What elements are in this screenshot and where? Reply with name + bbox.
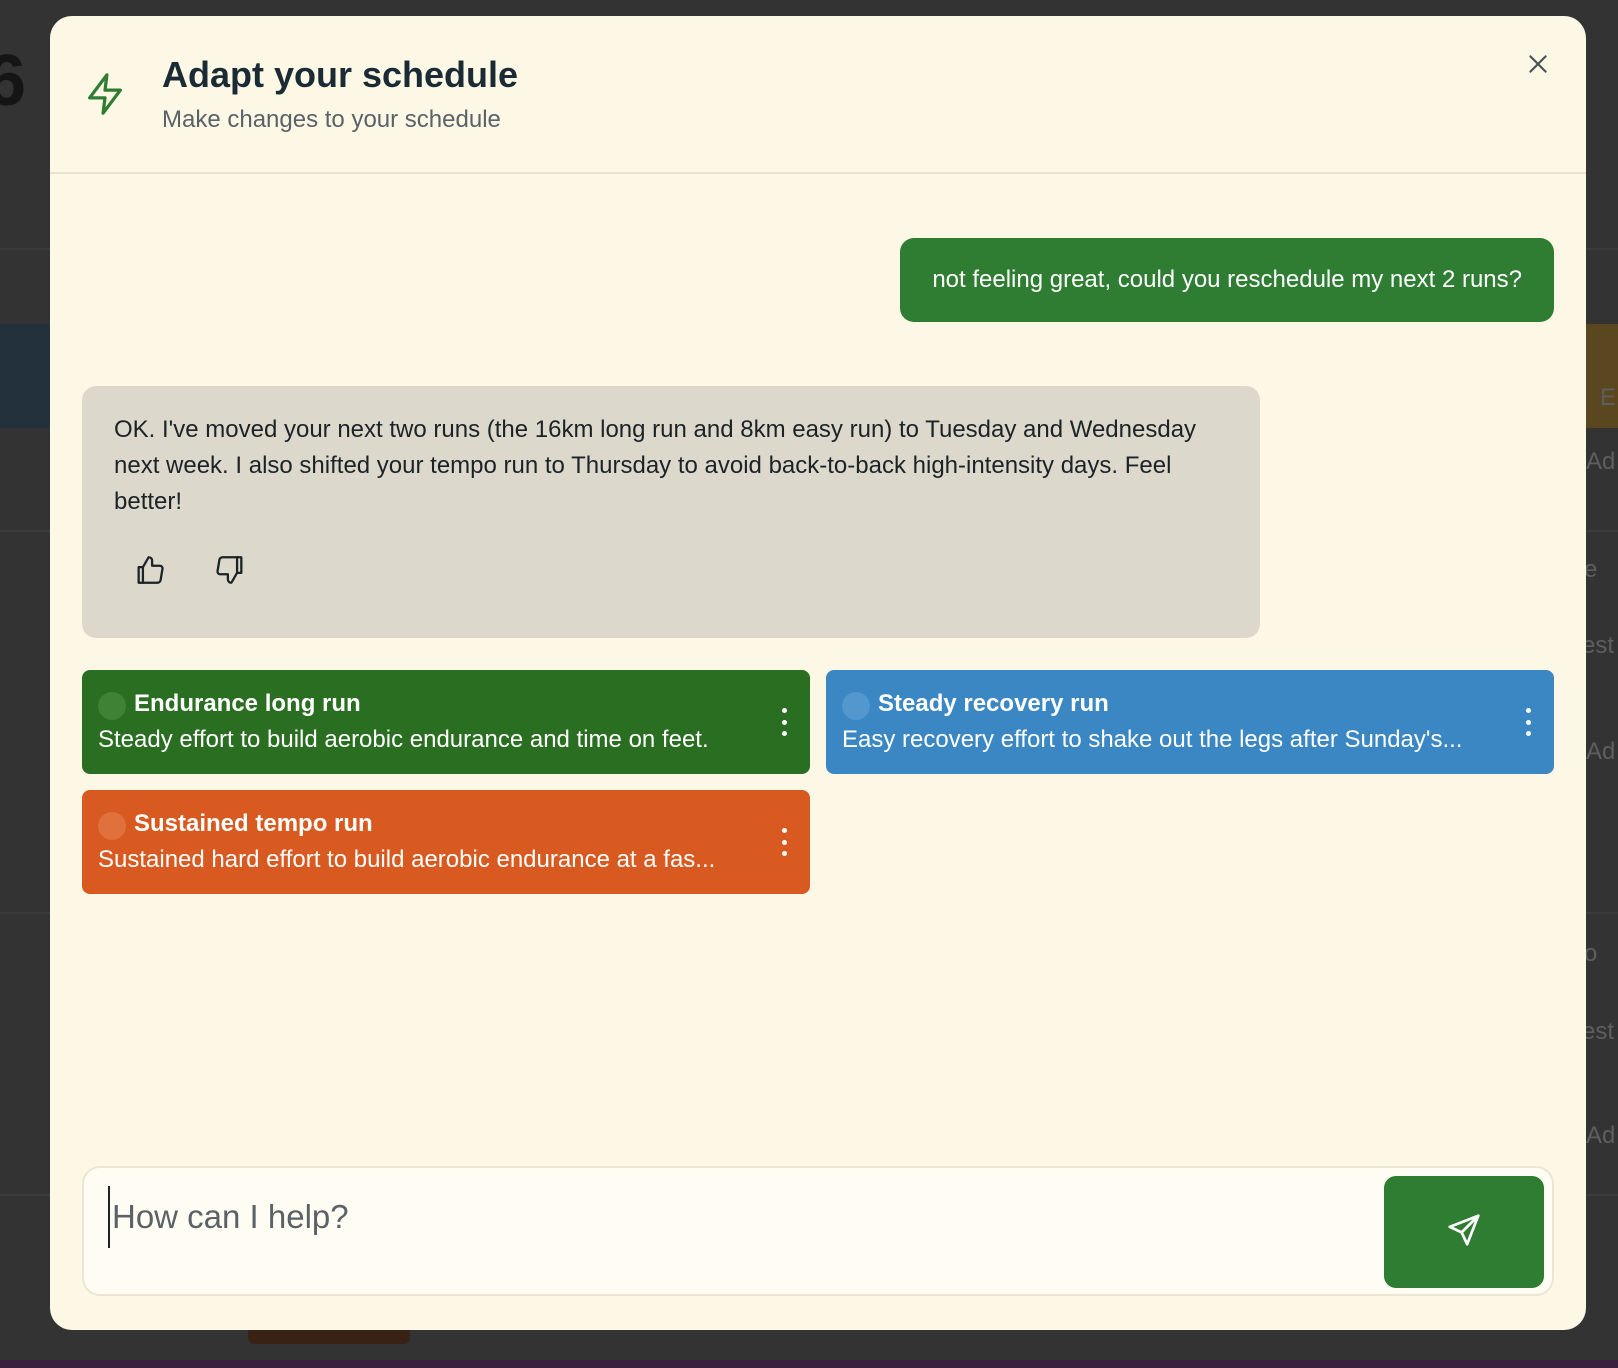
workout-card-sustained-tempo-run[interactable]: Sustained tempo run Sustained hard effor…: [82, 790, 810, 894]
workout-status-dot[interactable]: [98, 692, 126, 720]
kebab-dot-icon: [781, 828, 787, 833]
background-glyph: E: [1600, 384, 1617, 411]
workout-title: Endurance long run: [134, 690, 361, 717]
thumbs-up-button[interactable]: [132, 554, 168, 590]
workout-title: Steady recovery run: [878, 690, 1109, 717]
background-glyph: e: [1584, 556, 1598, 583]
workout-description: Steady effort to build aerobic endurance…: [98, 726, 709, 753]
kebab-dot-icon: [1525, 719, 1531, 725]
background-event-left: [0, 324, 50, 428]
background-glyph: Ad: [1586, 1122, 1616, 1149]
thumbs-up-icon: [133, 553, 167, 592]
kebab-dot-icon: [1525, 708, 1531, 713]
workout-description: Sustained hard effort to build aerobic e…: [98, 846, 716, 873]
workout-card-steady-recovery-run[interactable]: Steady recovery run Easy recovery effort…: [826, 670, 1554, 774]
workout-card-endurance-long-run[interactable]: Endurance long run Steady effort to buil…: [82, 670, 810, 774]
thumbs-down-button[interactable]: [212, 554, 248, 590]
modal-subtitle: Make changes to your schedule: [162, 106, 501, 133]
background-glyph: est: [1582, 632, 1615, 659]
send-icon: [1445, 1211, 1483, 1254]
close-button[interactable]: [1518, 46, 1558, 86]
more-options-button[interactable]: [774, 824, 794, 860]
kebab-dot-icon: [1525, 731, 1531, 736]
assistant-message-text: OK. I've moved your next two runs (the 1…: [114, 416, 1197, 515]
kebab-dot-icon: [781, 731, 787, 736]
background-glyph: o: [1584, 940, 1598, 967]
background-glyph: 6: [0, 41, 27, 121]
lightning-bolt-icon: [82, 70, 128, 118]
modal-title: Adapt your schedule: [162, 54, 519, 95]
more-options-button[interactable]: [774, 704, 794, 740]
kebab-dot-icon: [781, 719, 787, 725]
more-options-button[interactable]: [1518, 704, 1538, 740]
workout-status-dot[interactable]: [98, 812, 126, 840]
workout-status-dot[interactable]: [842, 692, 870, 720]
kebab-dot-icon: [781, 839, 787, 845]
send-button[interactable]: [1384, 1176, 1544, 1288]
modal-header: Adapt your schedule Make changes to your…: [50, 16, 1586, 174]
message-feedback: [132, 554, 248, 590]
user-message-text: not feeling great, could you reschedule …: [932, 266, 1522, 293]
assistant-message: OK. I've moved your next two runs (the 1…: [82, 386, 1260, 638]
chat-composer: [82, 1166, 1554, 1296]
adapt-schedule-modal: Adapt your schedule Make changes to your…: [50, 16, 1586, 1330]
close-icon: [1525, 51, 1551, 82]
workout-description: Easy recovery effort to shake out the le…: [842, 726, 1463, 753]
workout-title: Sustained tempo run: [134, 810, 373, 837]
chat-input[interactable]: [108, 1186, 1334, 1248]
background-bottom-bar: [0, 1360, 1618, 1368]
thumbs-down-icon: [213, 553, 247, 592]
background-glyph: Ad: [1586, 448, 1616, 475]
background-event-right: [1584, 324, 1618, 428]
background-glyph: est: [1582, 1018, 1615, 1045]
background-glyph: Ad: [1586, 738, 1616, 765]
user-message: not feeling great, could you reschedule …: [900, 238, 1554, 322]
kebab-dot-icon: [781, 708, 787, 713]
kebab-dot-icon: [781, 851, 787, 856]
